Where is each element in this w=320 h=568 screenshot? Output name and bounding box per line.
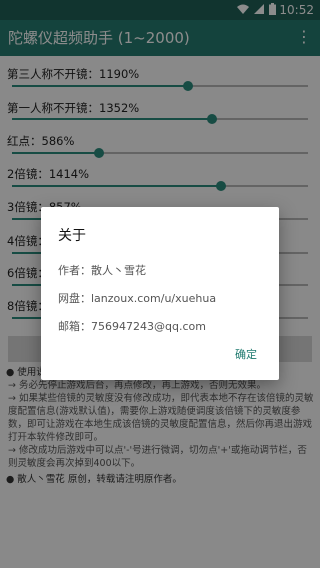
dialog-netdisk: 网盘：lanzoux.com/u/xuehua	[58, 292, 217, 305]
dialog-author: 作者：散人丶雪花	[58, 264, 146, 277]
about-dialog: 关于 作者：散人丶雪花 网盘：lanzoux.com/u/xuehua 邮箱：7…	[41, 207, 279, 380]
ok-button[interactable]: 确定	[235, 346, 257, 362]
dialog-email: 邮箱：756947243@qq.com	[58, 320, 206, 333]
dialog-title: 关于	[58, 228, 86, 244]
